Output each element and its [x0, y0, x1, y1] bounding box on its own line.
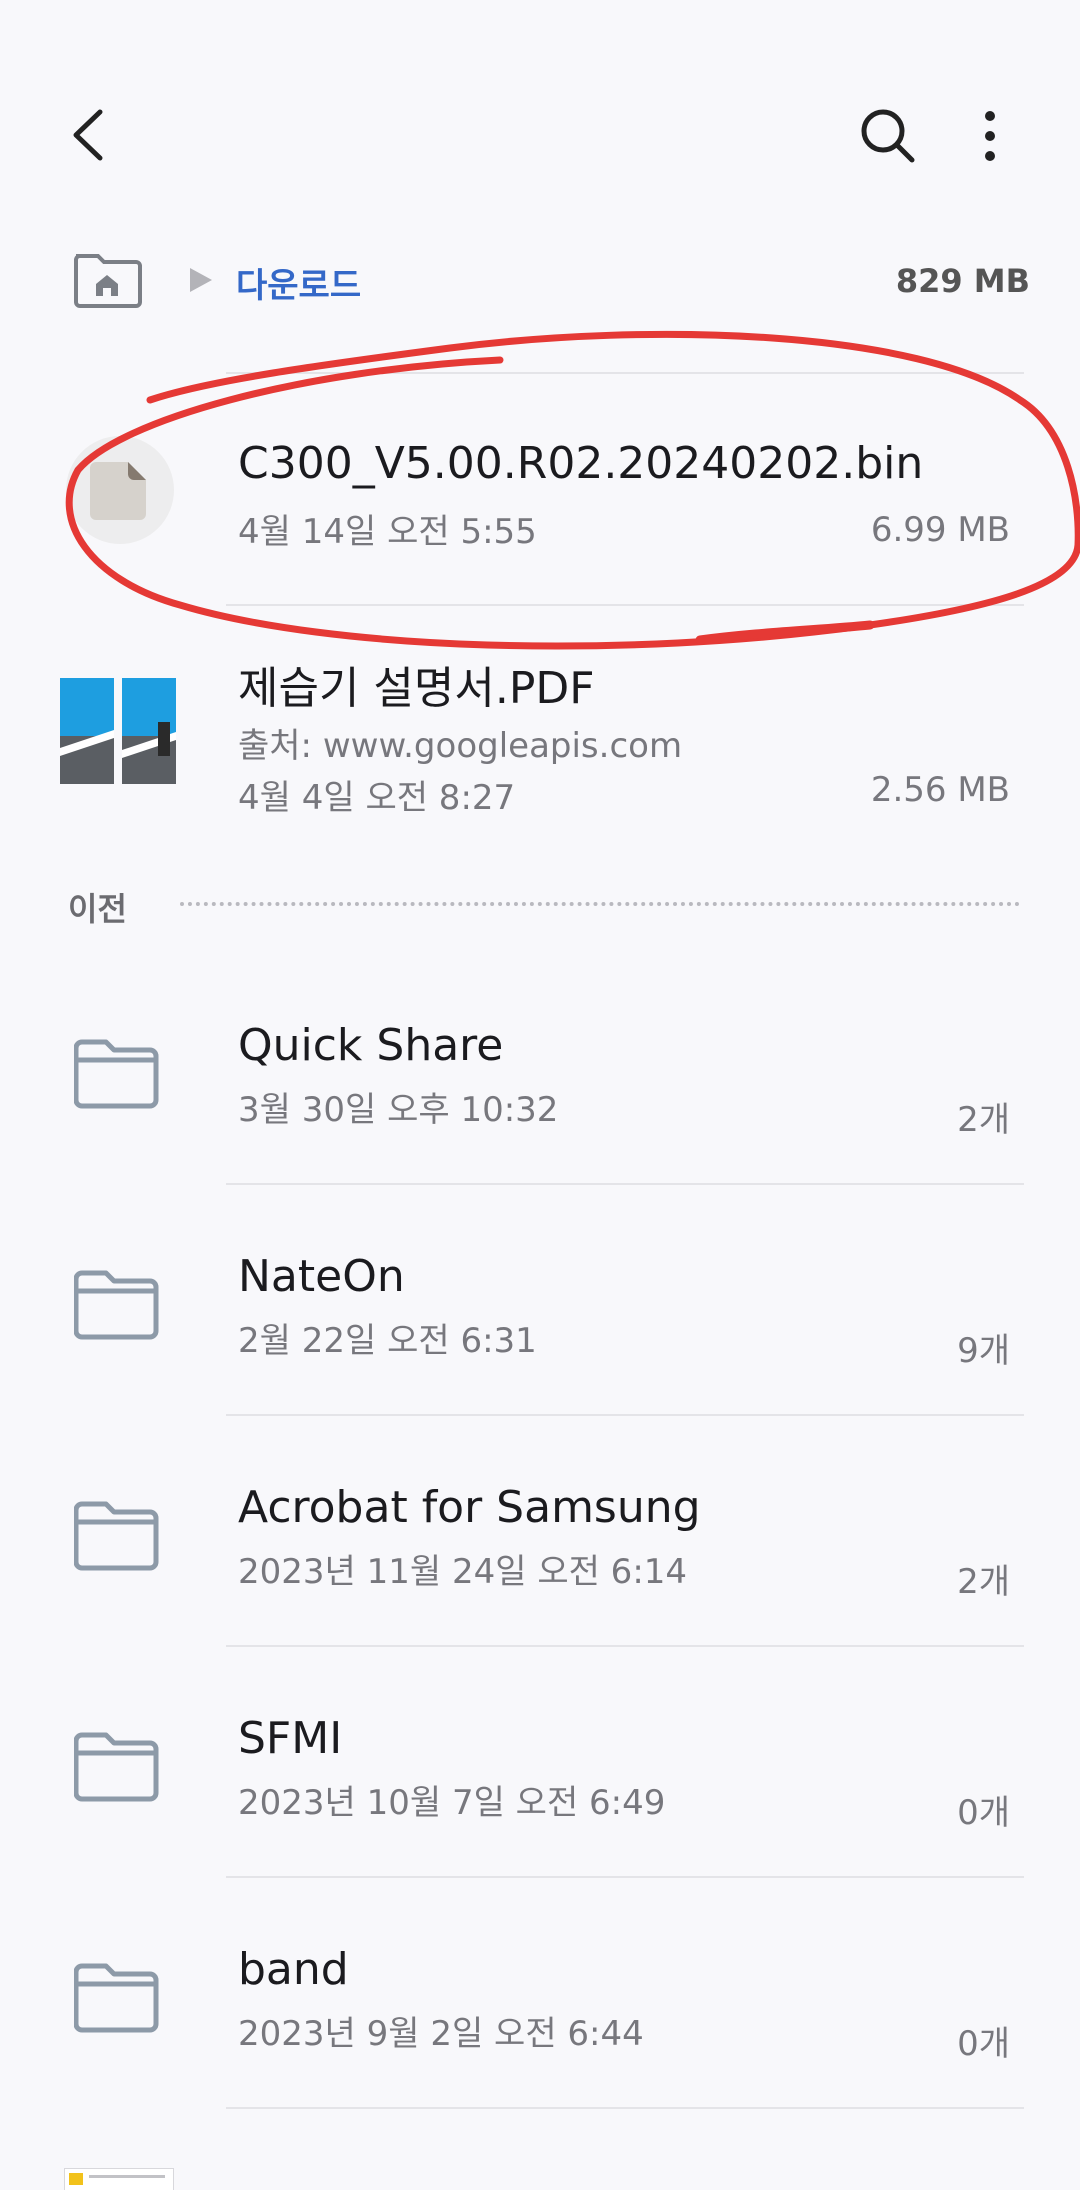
folder-item-count: 9개 — [957, 1331, 1010, 1371]
folder-item-count: 2개 — [957, 1100, 1010, 1140]
section-divider — [180, 902, 1020, 906]
section-header: 이전 — [68, 890, 127, 928]
search-icon — [861, 109, 915, 163]
home-button[interactable] — [70, 248, 144, 310]
more-vert-icon — [985, 111, 995, 161]
divider — [226, 604, 1024, 606]
folder-icon — [74, 1963, 159, 2033]
divider — [226, 1414, 1024, 1416]
folder-row[interactable]: Quick Share 3월 30일 오후 10:32 2개 — [0, 1000, 1080, 1184]
file-size: 2.56 MB — [870, 770, 1010, 810]
folder-item-count: 0개 — [957, 1793, 1010, 1833]
divider — [226, 2107, 1024, 2109]
file-source: 출처: www.googleapis.com — [238, 726, 683, 766]
folder-row[interactable]: SFMI 2023년 10월 7일 오전 6:49 0개 — [0, 1693, 1080, 1877]
file-name: 제습기 설명서.PDF — [238, 663, 595, 714]
folder-icon — [74, 1501, 159, 1571]
file-date: 4월 4일 오전 8:27 — [238, 778, 516, 818]
folder-row[interactable]: NateOn 2월 22일 오전 6:31 9개 — [0, 1231, 1080, 1415]
folder-name: Quick Share — [238, 1020, 504, 1071]
folder-name: NateOn — [238, 1251, 405, 1302]
triangle-right-icon — [190, 268, 212, 292]
file-row[interactable]: C300_V5.00.R02.20240202.bin 4월 14일 오전 5:… — [0, 374, 1080, 604]
folder-icon — [74, 1270, 159, 1340]
divider — [226, 1183, 1024, 1185]
folder-name: Acrobat for Samsung — [238, 1482, 701, 1533]
file-row-partial[interactable] — [0, 2160, 1080, 2190]
folder-name: band — [238, 1944, 349, 1995]
pdf-thumbnail — [60, 678, 176, 784]
file-size: 6.99 MB — [870, 510, 1010, 550]
generic-file-icon — [66, 436, 174, 544]
file-name: C300_V5.00.R02.20240202.bin — [238, 438, 924, 489]
folder-name: SFMI — [238, 1713, 343, 1764]
folder-row[interactable]: Acrobat for Samsung 2023년 11월 24일 오전 6:1… — [0, 1462, 1080, 1646]
folder-icon — [74, 1039, 159, 1109]
storage-total: 829 MB — [895, 262, 1030, 300]
folder-item-count: 0개 — [957, 2024, 1010, 2064]
folder-date: 2023년 10월 7일 오전 6:49 — [238, 1783, 666, 1823]
folder-date: 3월 30일 오후 10:32 — [238, 1090, 559, 1130]
breadcrumb-current[interactable]: 다운로드 — [236, 258, 361, 307]
folder-date: 2023년 9월 2일 오전 6:44 — [238, 2014, 644, 2054]
breadcrumb: 다운로드 829 MB — [70, 248, 1030, 312]
folder-date: 2023년 11월 24일 오전 6:14 — [238, 1552, 688, 1592]
file-date: 4월 14일 오전 5:55 — [238, 512, 537, 552]
file-row[interactable]: 제습기 설명서.PDF 출처: www.googleapis.com 4월 4일… — [0, 640, 1080, 840]
back-button[interactable] — [60, 100, 120, 170]
folder-date: 2월 22일 오전 6:31 — [238, 1321, 537, 1361]
document-thumbnail — [64, 2168, 174, 2190]
divider — [226, 1645, 1024, 1647]
search-button[interactable] — [856, 104, 920, 168]
folder-icon — [74, 1732, 159, 1802]
back-arrow-icon — [73, 109, 103, 161]
folder-item-count: 2개 — [957, 1562, 1010, 1602]
folder-row[interactable]: band 2023년 9월 2일 오전 6:44 0개 — [0, 1924, 1080, 2108]
home-folder-icon — [74, 254, 142, 308]
divider — [226, 1876, 1024, 1878]
more-options-button[interactable] — [970, 104, 1010, 168]
